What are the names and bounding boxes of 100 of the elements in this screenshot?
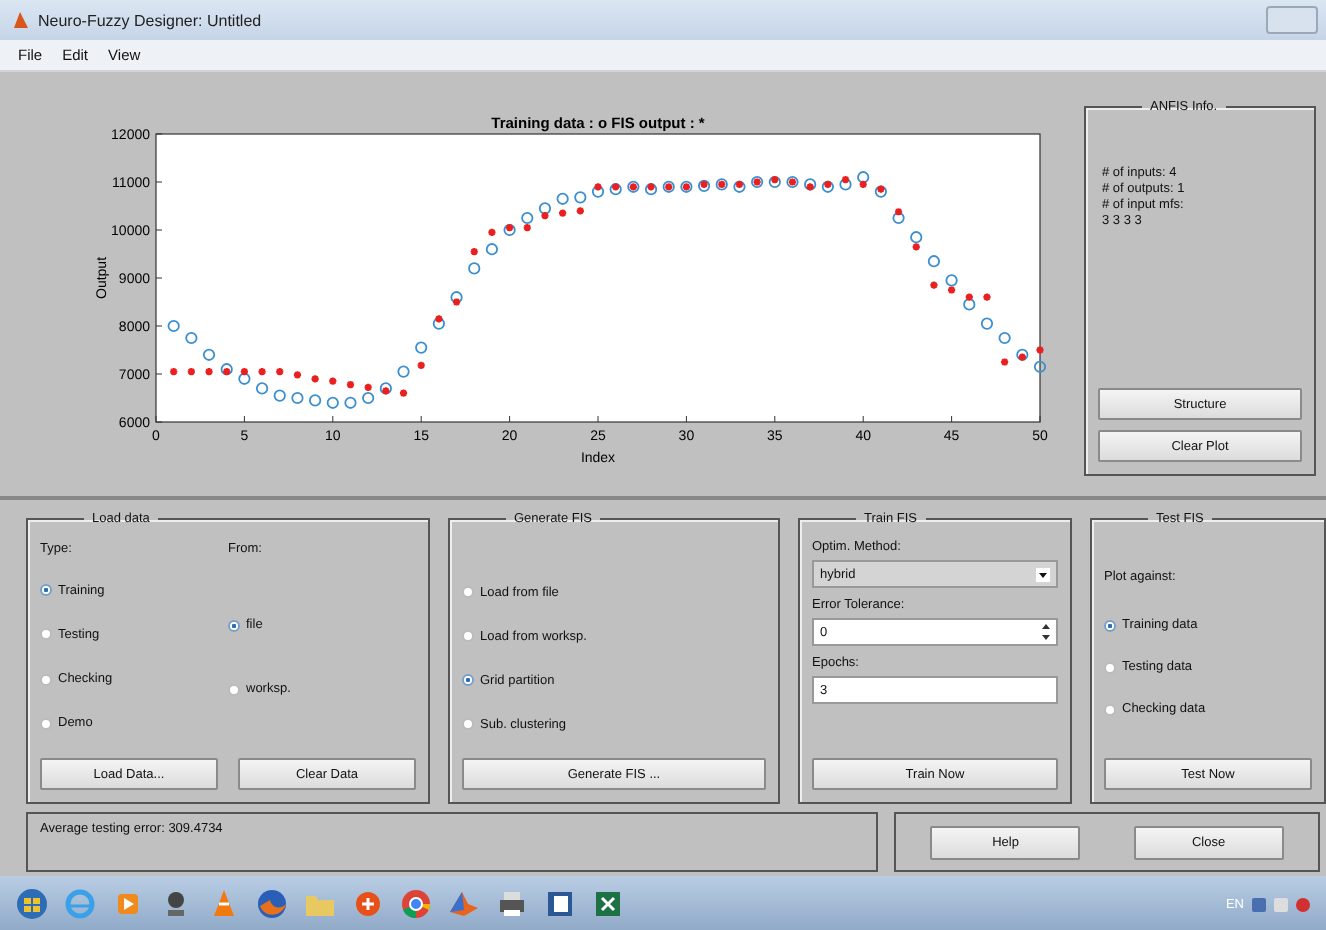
training-data-point [804, 178, 817, 191]
fis-output-point [557, 208, 568, 218]
radio-button[interactable] [1104, 661, 1116, 673]
fis-output-point [911, 242, 921, 252]
training-data-point [556, 192, 569, 205]
radio-button[interactable] [228, 683, 240, 695]
training-data-point [910, 231, 923, 244]
training-data-point [432, 317, 445, 330]
spreadsheet-icon[interactable] [592, 888, 624, 920]
training-data-point [468, 262, 481, 275]
radio-button[interactable] [462, 630, 474, 642]
caret-icon [1036, 567, 1050, 581]
printer-icon[interactable] [496, 888, 528, 920]
training-data-point [945, 274, 958, 287]
radio-button[interactable] [1104, 619, 1116, 631]
fis-output-point [876, 184, 886, 194]
fis-output-point [186, 366, 197, 377]
fis-output-point [487, 227, 497, 238]
training-data-point [185, 331, 198, 345]
training-data-point [256, 382, 269, 395]
fis-output-point [416, 360, 426, 371]
fis-output-point [964, 292, 974, 302]
training-data-point [344, 396, 357, 409]
radio-button[interactable] [1104, 703, 1116, 715]
fis-output-point [169, 366, 179, 377]
fis-output-point [310, 374, 320, 384]
fis-output-point [257, 366, 267, 377]
training-data-point [202, 348, 216, 361]
fox-globe-icon[interactable] [256, 888, 288, 920]
window-title: Neuro-Fuzzy Designer: Untitled [38, 11, 262, 29]
fis-output-point [398, 388, 409, 398]
training-data-point [291, 391, 304, 405]
training-data-point [503, 223, 516, 237]
training-data-point [362, 391, 375, 405]
training-data-point [574, 191, 587, 204]
fis-output-point [946, 285, 957, 295]
fis-output-point [593, 182, 603, 192]
training-data-point [397, 365, 410, 378]
fis-output-point [575, 206, 585, 216]
traffic-cone-icon[interactable] [208, 888, 240, 920]
training-data-point [980, 317, 994, 330]
training-data-point [167, 319, 180, 333]
start-button[interactable] [16, 888, 48, 920]
browser-icon[interactable] [64, 888, 96, 920]
fis-output-point [999, 357, 1010, 367]
training-data-point [415, 341, 428, 354]
fis-output-point [1017, 352, 1027, 362]
training-data-point [309, 394, 322, 407]
media-player-icon[interactable] [112, 888, 144, 920]
training-data-point [892, 211, 905, 225]
fis-output-point [239, 366, 250, 377]
word-document-icon[interactable] [544, 888, 576, 920]
window-control-button[interactable] [1266, 6, 1318, 34]
app-icon [12, 10, 30, 30]
fis-output-point [929, 280, 939, 290]
training-data-point [998, 331, 1011, 345]
fis-output-point [982, 292, 992, 302]
training-data-point [927, 255, 940, 268]
fis-output-point [381, 386, 391, 396]
radio-button[interactable] [40, 673, 52, 686]
training-data-point [238, 372, 251, 385]
fis-output-point [893, 207, 904, 217]
radio-button[interactable] [462, 586, 474, 598]
fis-output-point [522, 222, 532, 233]
training-data-point [874, 185, 887, 198]
training-data-point [1016, 348, 1029, 361]
training-data-point [768, 175, 781, 189]
training-data-point [379, 382, 392, 395]
training-data-point [644, 183, 658, 196]
radio-button[interactable] [40, 628, 52, 641]
fis-output-point [840, 174, 851, 185]
fis-output-point [540, 210, 550, 221]
fis-output-point [292, 370, 303, 380]
fis-output-point [858, 179, 868, 190]
fis-output-point [646, 182, 656, 192]
training-data-point [1033, 360, 1047, 373]
radio-button[interactable] [462, 718, 474, 730]
training-data-point [857, 171, 870, 184]
training-data-point [326, 396, 339, 409]
fis-output-point [434, 314, 444, 324]
training-data-point [521, 211, 534, 225]
fis-output-point [328, 376, 338, 386]
training-data-point [609, 183, 622, 196]
training-data-point [591, 185, 605, 198]
fis-output-point [805, 182, 815, 192]
radio-button[interactable] [40, 717, 52, 730]
training-data-point [963, 298, 976, 311]
chrome-icon[interactable] [400, 888, 432, 920]
fis-output-point [770, 174, 780, 185]
training-data-point [485, 243, 498, 256]
radio-button[interactable] [40, 584, 52, 597]
fis-output-point [1035, 345, 1045, 355]
training-data-point [450, 291, 463, 304]
spinner-icon[interactable] [1042, 622, 1050, 642]
peak-surface-icon[interactable] [448, 888, 480, 920]
fis-output-point [611, 182, 621, 192]
training-data-point [538, 202, 552, 215]
training-data-point [273, 389, 286, 402]
radio-button[interactable] [462, 674, 474, 686]
radio-button[interactable] [228, 619, 240, 631]
